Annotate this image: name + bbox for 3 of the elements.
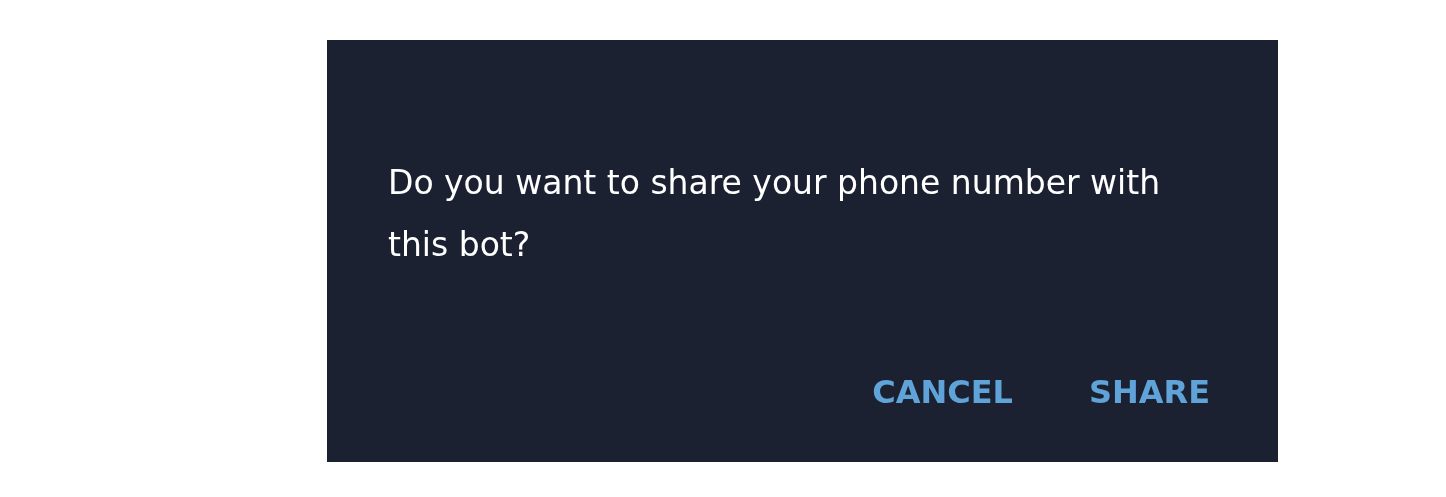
dialog-message: Do you want to share your phone number with this bot? (388, 162, 1162, 266)
confirm-button[interactable]: SHARE (1080, 364, 1218, 420)
cancel-button[interactable]: CANCEL (864, 364, 1021, 420)
